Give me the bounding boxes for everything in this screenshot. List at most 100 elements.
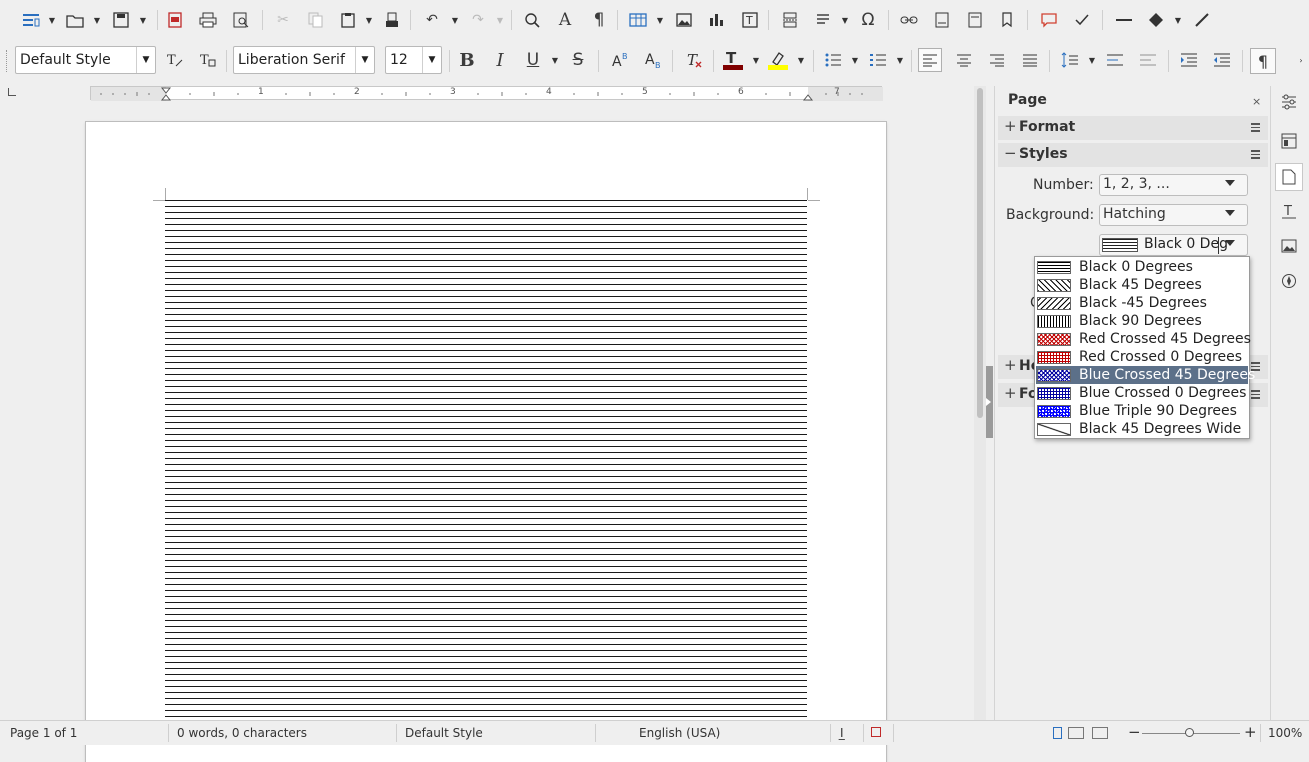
subscript-icon[interactable]: AB — [642, 49, 664, 71]
ordered-list-icon[interactable] — [867, 49, 889, 71]
chevron-down-icon[interactable]: ▼ — [1088, 49, 1096, 71]
track-changes-icon[interactable] — [1071, 9, 1093, 31]
background-type-select[interactable]: Hatching — [1099, 204, 1248, 226]
insert-bookmark-icon[interactable] — [997, 9, 1019, 31]
paragraph-style-combo[interactable]: Default Style ▼ — [15, 46, 156, 74]
underline-button[interactable]: U — [522, 49, 544, 71]
menu-icon[interactable] — [1251, 123, 1260, 134]
menu-icon[interactable] — [1251, 150, 1260, 161]
styles-icon[interactable]: T — [1278, 200, 1300, 222]
hatch-option[interactable]: Red Crossed 0 Degrees — [1036, 348, 1248, 366]
vertical-scrollbar[interactable] — [974, 86, 986, 720]
paragraph-direction-icon[interactable]: ¶ — [1250, 48, 1276, 74]
paste-icon[interactable] — [337, 9, 359, 31]
spelling-icon[interactable]: A — [554, 9, 576, 31]
insert-mode-icon[interactable]: I̲ — [840, 726, 844, 740]
zoom-in-icon[interactable]: + — [1244, 723, 1257, 741]
chevron-down-icon[interactable]: ▼ — [48, 9, 56, 31]
align-center-icon[interactable] — [953, 49, 975, 71]
scrollbar-thumb[interactable] — [977, 88, 983, 418]
copy-icon[interactable] — [305, 9, 327, 31]
chevron-down-icon[interactable]: ▼ — [451, 9, 459, 31]
chevron-down-icon[interactable]: ▼ — [851, 49, 859, 71]
formatting-marks-icon[interactable]: ¶ — [588, 9, 610, 31]
font-color-icon[interactable]: T — [722, 49, 744, 71]
insert-hyperlink-icon[interactable] — [898, 9, 920, 31]
insert-textbox-icon[interactable]: T — [739, 9, 761, 31]
number-format-select[interactable]: 1, 2, 3, ... — [1099, 174, 1248, 196]
hatch-option[interactable]: Black 45 Degrees Wide — [1036, 420, 1248, 438]
bold-button[interactable]: B — [456, 49, 478, 71]
hatch-option[interactable]: Black 45 Degrees — [1036, 276, 1248, 294]
clone-formatting-icon[interactable] — [381, 9, 403, 31]
hatch-option[interactable]: Blue Crossed 45 Degrees — [1036, 366, 1255, 384]
draw-functions-icon[interactable] — [1191, 9, 1213, 31]
gallery-icon[interactable] — [1278, 235, 1300, 257]
hatch-option[interactable]: Black 90 Degrees — [1036, 312, 1248, 330]
chevron-right-icon[interactable]: › — [1297, 49, 1305, 71]
cut-icon[interactable]: ✂ — [272, 9, 294, 31]
zoom-out-icon[interactable]: − — [1128, 723, 1141, 741]
align-right-icon[interactable] — [986, 49, 1008, 71]
document-modified-icon[interactable] — [871, 727, 881, 737]
sidebar-toggle-icon[interactable] — [20, 9, 42, 31]
open-folder-icon[interactable] — [64, 9, 86, 31]
justify-icon[interactable] — [1019, 49, 1041, 71]
strikethrough-button[interactable]: S — [567, 49, 589, 71]
update-style-icon[interactable]: T — [164, 49, 186, 71]
chevron-down-icon[interactable]: ▼ — [139, 9, 147, 31]
hatch-option[interactable]: Blue Crossed 0 Degrees — [1036, 384, 1248, 402]
increase-indent-icon[interactable] — [1178, 49, 1200, 71]
new-style-icon[interactable]: T — [197, 49, 219, 71]
align-left-icon[interactable] — [918, 48, 942, 72]
font-size-combo[interactable]: 12 ▼ — [385, 46, 442, 74]
hatch-option[interactable]: Black 0 Degrees — [1036, 258, 1248, 276]
insert-image-icon[interactable] — [673, 9, 695, 31]
horizontal-ruler[interactable]: 1 2 3 4 5 6 7 — [90, 86, 883, 101]
insert-line-icon[interactable] — [1113, 9, 1135, 31]
hatch-option[interactable]: Blue Triple 90 Degrees — [1036, 402, 1248, 420]
chevron-down-icon[interactable]: ▼ — [422, 47, 441, 73]
hatch-option[interactable]: Red Crossed 45 Degrees — [1036, 330, 1251, 348]
increase-paragraph-spacing-icon[interactable] — [1104, 49, 1126, 71]
insert-comment-icon[interactable] — [1038, 9, 1060, 31]
insert-endnote-icon[interactable] — [964, 9, 986, 31]
hatch-option[interactable]: Black -45 Degrees — [1036, 294, 1248, 312]
page-icon[interactable] — [1275, 163, 1303, 191]
chevron-down-icon[interactable]: ▼ — [1174, 9, 1182, 31]
menu-icon[interactable] — [1251, 390, 1260, 401]
chevron-down-icon[interactable]: ▼ — [355, 47, 374, 73]
multi-page-view-icon[interactable] — [1068, 727, 1084, 739]
basic-shapes-icon[interactable] — [1145, 9, 1167, 31]
zoom-slider-handle[interactable] — [1185, 728, 1194, 737]
insert-page-break-icon[interactable] — [779, 9, 801, 31]
single-page-view-icon[interactable] — [1053, 727, 1062, 739]
export-pdf-icon[interactable] — [164, 9, 186, 31]
hatch-style-select[interactable]: Black 0 Deg — [1099, 234, 1248, 256]
chevron-down-icon[interactable]: ▼ — [496, 9, 504, 31]
undo-icon[interactable]: ↶ — [421, 9, 443, 31]
chevron-down-icon[interactable]: ▼ — [841, 9, 849, 31]
insert-field-icon[interactable] — [812, 9, 834, 31]
chevron-down-icon[interactable]: ▼ — [752, 49, 760, 71]
sidebar-settings-icon[interactable] — [1278, 91, 1300, 113]
zoom-level[interactable]: 100% — [1268, 726, 1302, 740]
line-spacing-icon[interactable] — [1059, 49, 1081, 71]
section-styles[interactable]: − Styles — [998, 143, 1268, 167]
book-view-icon[interactable] — [1092, 727, 1108, 739]
properties-icon[interactable] — [1278, 130, 1300, 152]
chevron-down-icon[interactable]: ▼ — [797, 49, 805, 71]
chevron-down-icon[interactable]: ▼ — [656, 9, 664, 31]
font-name-combo[interactable]: Liberation Serif ▼ — [233, 46, 375, 74]
unordered-list-icon[interactable] — [822, 49, 844, 71]
close-icon[interactable]: × — [1252, 95, 1261, 108]
page-count[interactable]: Page 1 of 1 — [10, 726, 77, 740]
chevron-down-icon[interactable]: ▼ — [93, 9, 101, 31]
highlight-color-icon[interactable] — [767, 49, 789, 71]
page-style-status[interactable]: Default Style — [405, 726, 483, 740]
print-icon[interactable] — [197, 9, 219, 31]
save-icon[interactable] — [110, 9, 132, 31]
superscript-icon[interactable]: AB — [609, 49, 631, 71]
decrease-paragraph-spacing-icon[interactable] — [1137, 49, 1159, 71]
insert-footnote-icon[interactable] — [931, 9, 953, 31]
